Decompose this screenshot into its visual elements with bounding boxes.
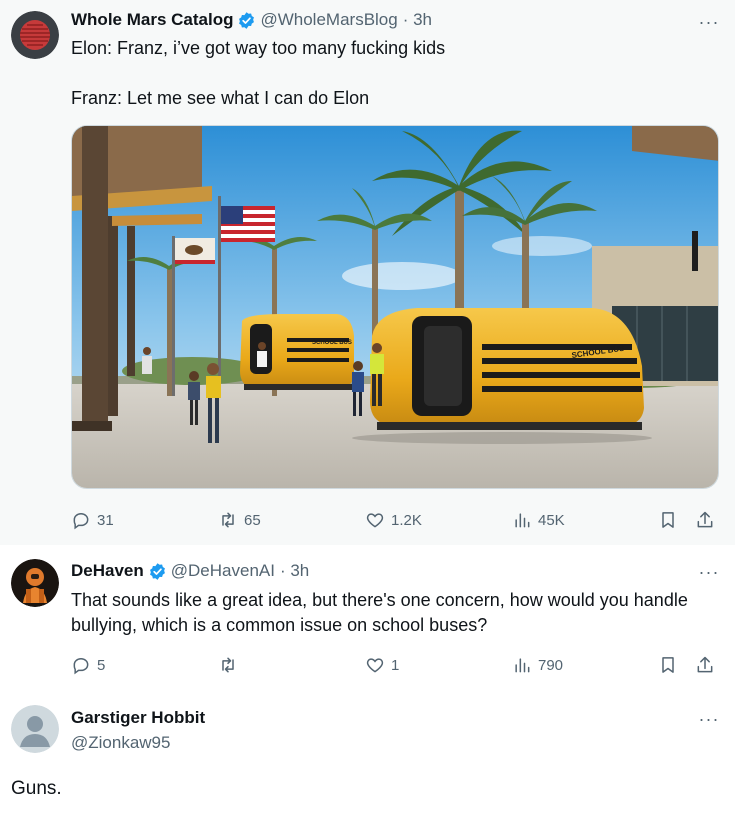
tweet-dehaven[interactable]: DeHaven @DeHavenAI · 3h ··· That sounds …	[0, 545, 735, 690]
heart-icon	[366, 658, 384, 673]
author-name[interactable]: Whole Mars Catalog	[71, 10, 233, 30]
tweet-text: That sounds like a great idea, but there…	[71, 590, 693, 635]
timestamp[interactable]: · 3h	[280, 561, 309, 581]
author-handle[interactable]: @DeHavenAI	[171, 561, 275, 581]
views-chart-icon	[515, 513, 530, 528]
school-bus-scene: SCHOOL BUS SCHOOL BUS	[72, 126, 718, 488]
more-options-icon[interactable]: ···	[697, 560, 721, 584]
views-count: 790	[538, 656, 564, 674]
verified-badge-icon	[239, 11, 255, 29]
reply-button[interactable]: 31	[71, 508, 114, 532]
tweet-text: Guns.	[11, 778, 62, 799]
timestamp[interactable]: · 3h	[403, 10, 432, 30]
reply-count: 5	[97, 656, 106, 674]
tweet-header: DeHaven @DeHavenAI · 3h	[71, 560, 309, 582]
school-bus-graphic: SCHOOL BUS	[352, 308, 652, 444]
share-button[interactable]	[695, 508, 715, 532]
tweet-whole-mars[interactable]: Whole Mars Catalog @WholeMarsBlog · 3h ·…	[0, 0, 735, 545]
avatar[interactable]	[11, 559, 59, 607]
retweet-icon	[222, 657, 234, 673]
bookmark-icon	[662, 512, 674, 528]
views-button[interactable]: 790	[512, 653, 563, 677]
bus-label: SCHOOL BUS	[312, 340, 352, 346]
views-chart-icon	[515, 658, 530, 673]
tweet-media-image[interactable]: SCHOOL BUS SCHOOL BUS	[71, 125, 719, 489]
like-button[interactable]: 1	[365, 653, 399, 677]
share-icon	[697, 656, 713, 673]
heart-icon	[366, 513, 384, 528]
tweet-header: Garstiger Hobbit	[71, 707, 205, 729]
tweet-text: Elon: Franz, i’ve got way too many fucki…	[71, 38, 446, 108]
reply-button[interactable]: 5	[71, 653, 105, 677]
author-name[interactable]: Garstiger Hobbit	[71, 708, 205, 728]
whole-mars-logo-icon	[11, 11, 59, 59]
retweet-icon	[222, 512, 234, 528]
reply-count: 31	[97, 511, 114, 529]
bookmark-icon	[662, 657, 674, 673]
like-count: 1.2K	[391, 511, 422, 529]
author-name[interactable]: DeHaven	[71, 561, 144, 581]
author-handle[interactable]: @Zionkaw95	[71, 733, 170, 753]
verified-badge-icon	[149, 562, 165, 580]
views-button[interactable]: 45K	[512, 508, 565, 532]
default-avatar-icon	[11, 705, 59, 753]
tweet-garstiger-hobbit[interactable]: Garstiger Hobbit @Zionkaw95 ··· Guns.	[0, 690, 735, 823]
more-options-icon[interactable]: ···	[697, 707, 721, 731]
tweet-actions: 5 1 790	[71, 653, 721, 677]
tweet-actions: 31 65 1.2K 45K	[71, 508, 721, 532]
reply-icon	[73, 657, 89, 675]
bookmark-button[interactable]	[658, 508, 678, 532]
retweet-button[interactable]: 65	[218, 508, 261, 532]
author-handle[interactable]: @WholeMarsBlog	[260, 10, 397, 30]
reply-icon	[73, 512, 89, 530]
bookmark-button[interactable]	[658, 653, 678, 677]
retweet-button[interactable]	[218, 653, 238, 677]
avatar[interactable]	[11, 705, 59, 753]
retweet-count: 65	[244, 511, 261, 529]
tweet-header: Whole Mars Catalog @WholeMarsBlog · 3h	[71, 9, 432, 31]
like-count: 1	[391, 656, 400, 674]
share-icon	[697, 511, 713, 528]
avatar[interactable]	[11, 11, 59, 59]
like-button[interactable]: 1.2K	[365, 508, 422, 532]
views-count: 45K	[538, 511, 565, 529]
astronaut-avatar-icon	[11, 559, 59, 607]
share-button[interactable]	[695, 653, 715, 677]
more-options-icon[interactable]: ···	[697, 10, 721, 34]
